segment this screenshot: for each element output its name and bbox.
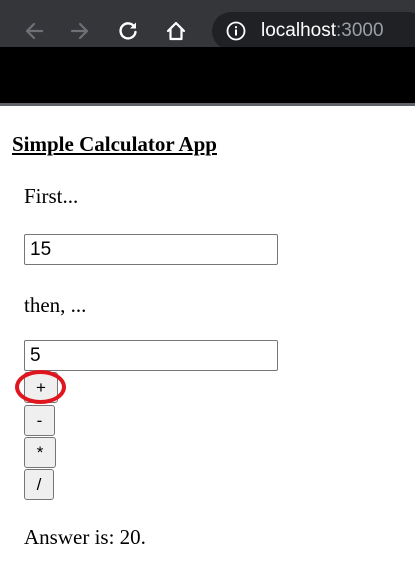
reload-button[interactable] [110,13,146,49]
info-icon[interactable] [226,21,246,41]
url-port: :3000 [336,20,384,41]
second-label: then, ... [24,293,87,317]
home-button[interactable] [158,13,194,49]
page-content: Simple Calculator App First... then, ...… [0,106,415,578]
url-host: localhost [261,20,336,41]
arrow-left-icon [25,22,44,40]
first-label: First... [24,184,79,208]
home-icon [166,21,186,41]
black-bar [0,47,415,103]
first-number-input[interactable] [24,234,278,265]
url-text[interactable]: localhost:3000 [261,19,384,43]
arrow-right-icon [70,22,89,40]
back-button[interactable] [16,13,52,49]
forward-button[interactable] [62,13,98,49]
subtract-button[interactable]: - [24,405,55,436]
reload-icon [119,22,137,40]
second-number-input[interactable] [24,340,278,371]
add-button[interactable]: + [24,372,58,403]
answer-text: Answer is: 20. [24,525,146,549]
divide-button[interactable]: / [24,469,54,500]
multiply-button[interactable]: * [24,437,56,468]
address-bar[interactable]: localhost:3000 [212,12,415,50]
page-title: Simple Calculator App [12,132,217,156]
